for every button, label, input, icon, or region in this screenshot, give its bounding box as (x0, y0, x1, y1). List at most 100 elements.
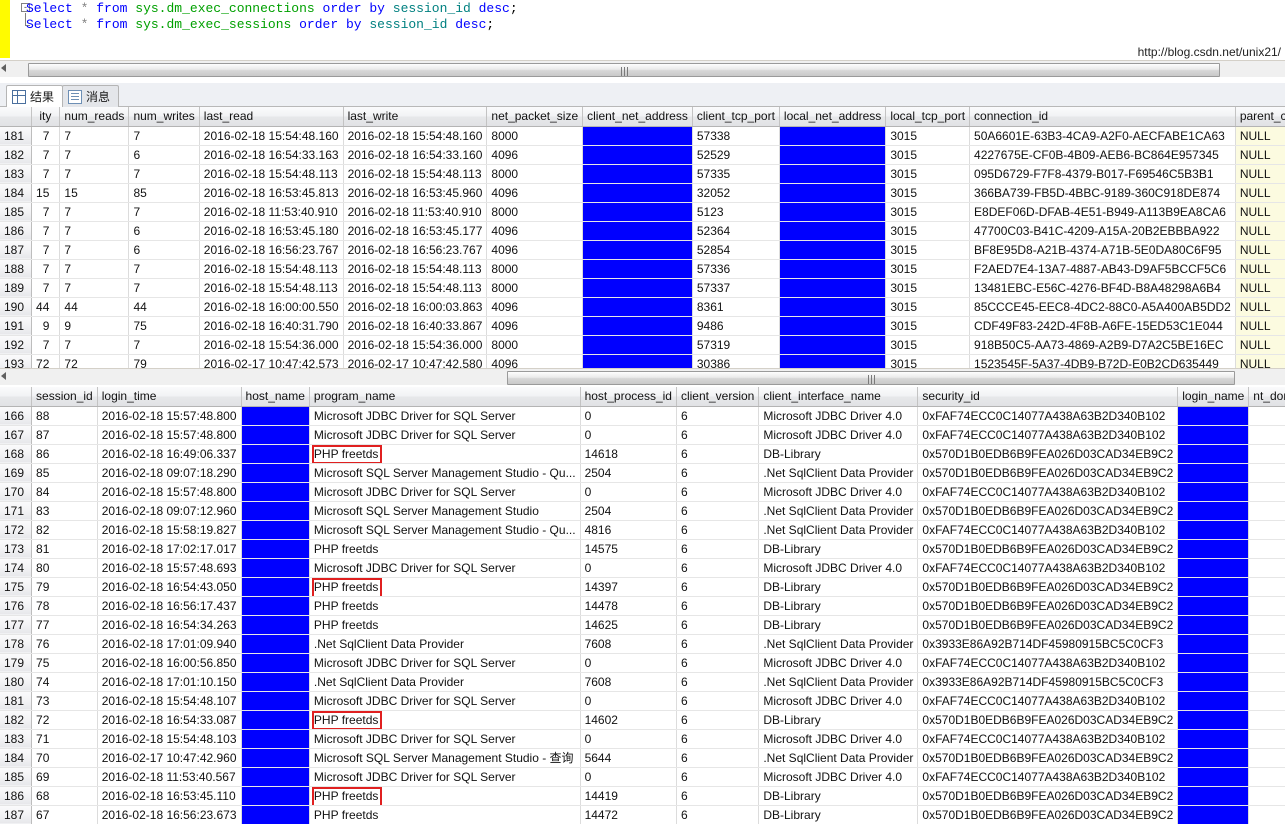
cell-last_read[interactable]: 2016-02-18 15:54:36.000 (199, 335, 344, 355)
row-header-cell[interactable]: 174 (0, 558, 33, 578)
cell-host_process_id[interactable]: 4816 (580, 520, 677, 540)
cell-security_id[interactable]: 0x3933E86A92B714DF45980915BC5C0CF3 (917, 634, 1179, 654)
row-header-cell[interactable]: 169 (0, 463, 33, 483)
cell-client_version[interactable]: 6 (676, 691, 760, 711)
cell-security_id[interactable]: 0x570D1B0EDB6B9FEA026D03CAD34EB9C2 (917, 615, 1179, 635)
cell-num_writes[interactable]: 79 (128, 354, 200, 368)
cell-client_net_address[interactable] (582, 259, 693, 279)
cell-login_time[interactable]: 2016-02-18 16:53:45.110 (97, 786, 242, 806)
cell-nt_domain[interactable] (1248, 406, 1285, 426)
cell-client_net_address[interactable] (582, 335, 693, 355)
row-header-cell[interactable]: 190 (0, 297, 33, 317)
column-header-security_id[interactable]: security_id (917, 387, 1179, 407)
table-row[interactable]: 183 71 2016-02-18 15:54:48.103 Microsoft JD… (0, 729, 1285, 749)
column-header-ity[interactable]: ity (31, 107, 61, 127)
cell-num_writes[interactable]: 7 (128, 202, 200, 222)
tab-results[interactable]: 结果 (6, 85, 64, 107)
cell-client_tcp_port[interactable]: 57335 (692, 164, 780, 184)
cell-last_write[interactable]: 2016-02-18 16:53:45.960 (343, 183, 488, 203)
cell-last_write[interactable]: 2016-02-18 15:54:48.113 (343, 278, 488, 298)
cell-client_net_address[interactable] (582, 316, 693, 336)
column-header-client_tcp_port[interactable]: client_tcp_port (692, 107, 780, 127)
column-header-host_name[interactable]: host_name (241, 387, 310, 407)
cell-host_process_id[interactable]: 2504 (580, 463, 677, 483)
cell-session_id[interactable]: 83 (31, 501, 98, 521)
cell-num_reads[interactable]: 7 (59, 259, 130, 279)
cell-nt_domain[interactable] (1248, 729, 1285, 749)
cell-login_time[interactable]: 2016-02-17 10:47:42.960 (97, 748, 242, 768)
cell-local_tcp_port[interactable]: 3015 (885, 297, 971, 317)
cell-local_net_address[interactable] (779, 183, 887, 203)
cell-login_name[interactable] (1177, 482, 1250, 502)
cell-session_id[interactable]: 81 (31, 539, 98, 559)
cell-client_net_address[interactable] (582, 183, 693, 203)
cell-num_writes[interactable]: 7 (128, 335, 200, 355)
row-header-cell[interactable]: 191 (0, 316, 33, 336)
cell-login_name[interactable] (1177, 539, 1250, 559)
row-header-cell[interactable]: 186 (0, 786, 33, 806)
cell-client_interface_name[interactable]: DB-Library (758, 577, 919, 597)
row-header-cell[interactable]: 192 (0, 335, 33, 355)
cell-client_version[interactable]: 6 (676, 710, 760, 730)
cell-ity[interactable]: 15 (31, 183, 61, 203)
cell-num_writes[interactable]: 7 (128, 164, 200, 184)
cell-host_process_id[interactable]: 14618 (580, 444, 677, 464)
row-header-cell[interactable]: 172 (0, 520, 33, 540)
cell-client_interface_name[interactable]: .Net SqlClient Data Provider (758, 634, 919, 654)
cell-local_tcp_port[interactable]: 3015 (885, 183, 971, 203)
cell-ity[interactable]: 44 (31, 297, 61, 317)
cell-login_time[interactable]: 2016-02-18 16:49:06.337 (97, 444, 242, 464)
cell-login_time[interactable]: 2016-02-18 16:54:33.087 (97, 710, 242, 730)
cell-num_reads[interactable]: 7 (59, 126, 130, 146)
cell-client_interface_name[interactable]: .Net SqlClient Data Provider (758, 501, 919, 521)
cell-login_time[interactable]: 2016-02-18 17:02:17.017 (97, 539, 242, 559)
cell-host_process_id[interactable]: 0 (580, 653, 677, 673)
cell-client_interface_name[interactable]: DB-Library (758, 615, 919, 635)
cell-login_time[interactable]: 2016-02-18 15:54:48.103 (97, 729, 242, 749)
cell-client_interface_name[interactable]: Microsoft JDBC Driver 4.0 (758, 653, 919, 673)
cell-host_process_id[interactable]: 5644 (580, 748, 677, 768)
cell-connection_id[interactable]: CDF49F83-242D-4F8B-A6FE-15ED53C1E044 (969, 316, 1236, 336)
cell-nt_domain[interactable] (1248, 463, 1285, 483)
cell-login_time[interactable]: 2016-02-18 16:54:34.263 (97, 615, 242, 635)
cell-parent_connection_id[interactable]: NULL (1235, 335, 1285, 355)
cell-security_id[interactable]: 0xFAF74ECC0C14077A438A63B2D340B102 (917, 520, 1179, 540)
table-row[interactable]: 187 67 2016-02-18 16:56:23.673 PHP freetds 1… (0, 805, 1285, 824)
cell-local_tcp_port[interactable]: 3015 (885, 240, 971, 260)
cell-login_time[interactable]: 2016-02-18 15:54:48.107 (97, 691, 242, 711)
cell-net_packet_size[interactable]: 8000 (486, 126, 584, 146)
cell-security_id[interactable]: 0xFAF74ECC0C14077A438A63B2D340B102 (917, 558, 1179, 578)
cell-ity[interactable]: 7 (31, 164, 61, 184)
cell-connection_id[interactable]: 85CCCE45-EEC8-4DC2-88C0-A5A400AB5DD2 (969, 297, 1236, 317)
cell-ity[interactable]: 7 (31, 278, 61, 298)
cell-parent_connection_id[interactable]: NULL (1235, 316, 1285, 336)
cell-program_name[interactable]: Microsoft SQL Server Management Studio -… (309, 748, 581, 768)
cell-nt_domain[interactable] (1248, 691, 1285, 711)
cell-session_id[interactable]: 69 (31, 767, 98, 787)
cell-host_process_id[interactable]: 0 (580, 425, 677, 445)
cell-host_name[interactable] (241, 748, 310, 768)
table-row[interactable]: 191 9 9 75 2016-02-18 16:40:31.790 2016-02-18… (0, 316, 1285, 336)
cell-program_name[interactable]: PHP freetds (309, 577, 581, 597)
row-header-cell[interactable]: 181 (0, 126, 33, 146)
cell-parent_connection_id[interactable]: NULL (1235, 126, 1285, 146)
cell-client_version[interactable]: 6 (676, 558, 760, 578)
cell-program_name[interactable]: PHP freetds (309, 786, 581, 806)
cell-net_packet_size[interactable]: 4096 (486, 297, 584, 317)
cell-client_tcp_port[interactable]: 57319 (692, 335, 780, 355)
column-header-num_reads[interactable]: num_reads (59, 107, 130, 127)
row-header-cell[interactable]: 178 (0, 634, 33, 654)
cell-num_writes[interactable]: 6 (128, 240, 200, 260)
cell-session_id[interactable]: 78 (31, 596, 98, 616)
row-header-cell[interactable]: 168 (0, 444, 33, 464)
cell-program_name[interactable]: PHP freetds (309, 805, 581, 824)
cell-num_reads[interactable]: 7 (59, 202, 130, 222)
column-header-client_net_address[interactable]: client_net_address (582, 107, 693, 127)
cell-last_write[interactable]: 2016-02-18 16:40:33.867 (343, 316, 488, 336)
cell-connection_id[interactable]: 918B50C5-AA73-4869-A2B9-D7A2C5BE16EC (969, 335, 1236, 355)
grid1-scroll-thumb[interactable] (507, 371, 1235, 385)
cell-host_process_id[interactable]: 14478 (580, 596, 677, 616)
table-row[interactable]: 185 69 2016-02-18 11:53:40.567 Microsoft JD… (0, 767, 1285, 787)
row-header-cell[interactable]: 173 (0, 539, 33, 559)
row-header-cell[interactable]: 193 (0, 354, 33, 368)
